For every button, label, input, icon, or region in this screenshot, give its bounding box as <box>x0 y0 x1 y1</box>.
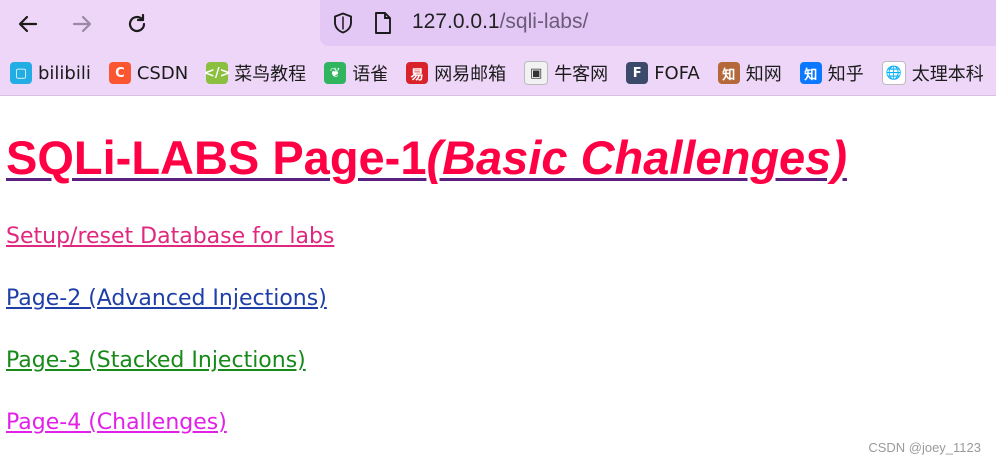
bookmark-item[interactable]: 知知网 <box>717 60 782 86</box>
bookmark-item[interactable]: C CSDN <box>108 62 189 84</box>
bookmark-item[interactable]: ❦ 语雀 <box>324 60 388 86</box>
bookmark-label: bilibili <box>38 62 91 84</box>
zhihu-icon: 知 <box>799 62 822 84</box>
forward-button[interactable] <box>65 8 99 40</box>
bookmark-item[interactable]: ▢ bilibili <box>10 62 91 84</box>
bookmark-label: 网易邮箱 <box>434 64 507 85</box>
bookmark-label: FOFA <box>654 62 700 84</box>
bilibili-icon: ▢ <box>10 62 32 84</box>
page-title-main: SQLi-LABS Page-1 <box>6 131 427 184</box>
page-4-link[interactable]: Page-4 (Challenges) <box>6 410 227 435</box>
globe-icon: 🌐 <box>881 61 906 85</box>
address-bar[interactable]: 127.0.0.1/sqli-labs/ <box>320 0 996 46</box>
page-title[interactable]: SQLi-LABS Page-1(Basic Challenges) <box>6 130 847 185</box>
bookmark-item[interactable]: 知知乎 <box>799 60 864 86</box>
bookmark-label: CSDN <box>136 62 189 84</box>
browser-chrome: 127.0.0.1/sqli-labs/ ▢ bilibili C CSDN </> 菜鸟… <box>0 0 996 96</box>
yuque-icon: ❦ <box>324 62 347 84</box>
setup-db-link[interactable]: Setup/reset Database for labs <box>6 224 334 249</box>
bookmark-label: 知乎 <box>827 64 864 85</box>
watermark: CSDN @joey_1123 <box>868 440 981 455</box>
url-path: /sqli-labs/ <box>499 10 589 33</box>
arrow-right-icon <box>72 15 92 33</box>
runoob-icon: </> <box>204 62 230 84</box>
bookmarks-bar: ▢ bilibili C CSDN </> 菜鸟教程 ❦ 语雀易网易邮箱 ▣ 牛客网 F FOFA 知知… <box>0 57 996 89</box>
fofa-icon: F <box>626 62 649 84</box>
nowcoder-icon: ▣ <box>524 61 549 85</box>
page-2-link[interactable]: Page-2 (Advanced Injections) <box>6 286 327 311</box>
cnki-icon: 知 <box>717 62 740 84</box>
bookmark-label: 牛客网 <box>554 64 609 85</box>
url-host: 127.0.0.1 <box>412 10 500 33</box>
csdn-icon: C <box>108 62 131 84</box>
arrow-left-icon <box>18 15 38 33</box>
back-button[interactable] <box>11 8 45 40</box>
bookmark-label: 语雀 <box>352 64 389 85</box>
reload-icon <box>128 13 146 33</box>
reload-button[interactable] <box>120 8 154 40</box>
shield-icon[interactable] <box>331 11 355 35</box>
bookmark-item[interactable]: 易网易邮箱 <box>406 60 506 86</box>
bookmark-item[interactable]: 🌐 太理本科 <box>881 60 984 86</box>
bookmark-item[interactable]: F FOFA <box>626 62 700 84</box>
bookmark-label: 太理本科 <box>911 64 984 85</box>
netease-mail-icon: 易 <box>406 62 429 84</box>
bookmark-item[interactable]: ▣ 牛客网 <box>524 60 608 86</box>
page-info-icon[interactable] <box>372 11 394 35</box>
page-title-sub: (Basic Challenges) <box>426 131 847 184</box>
page-3-link[interactable]: Page-3 (Stacked Injections) <box>6 348 306 373</box>
url-text[interactable]: 127.0.0.1/sqli-labs/ <box>412 10 588 34</box>
bookmark-label: 知网 <box>745 64 782 85</box>
bookmark-label: 菜鸟教程 <box>234 64 307 85</box>
page-content: SQLi-LABS Page-1(Basic Challenges) Setup… <box>0 96 996 465</box>
bookmark-item[interactable]: </> 菜鸟教程 <box>204 60 307 86</box>
